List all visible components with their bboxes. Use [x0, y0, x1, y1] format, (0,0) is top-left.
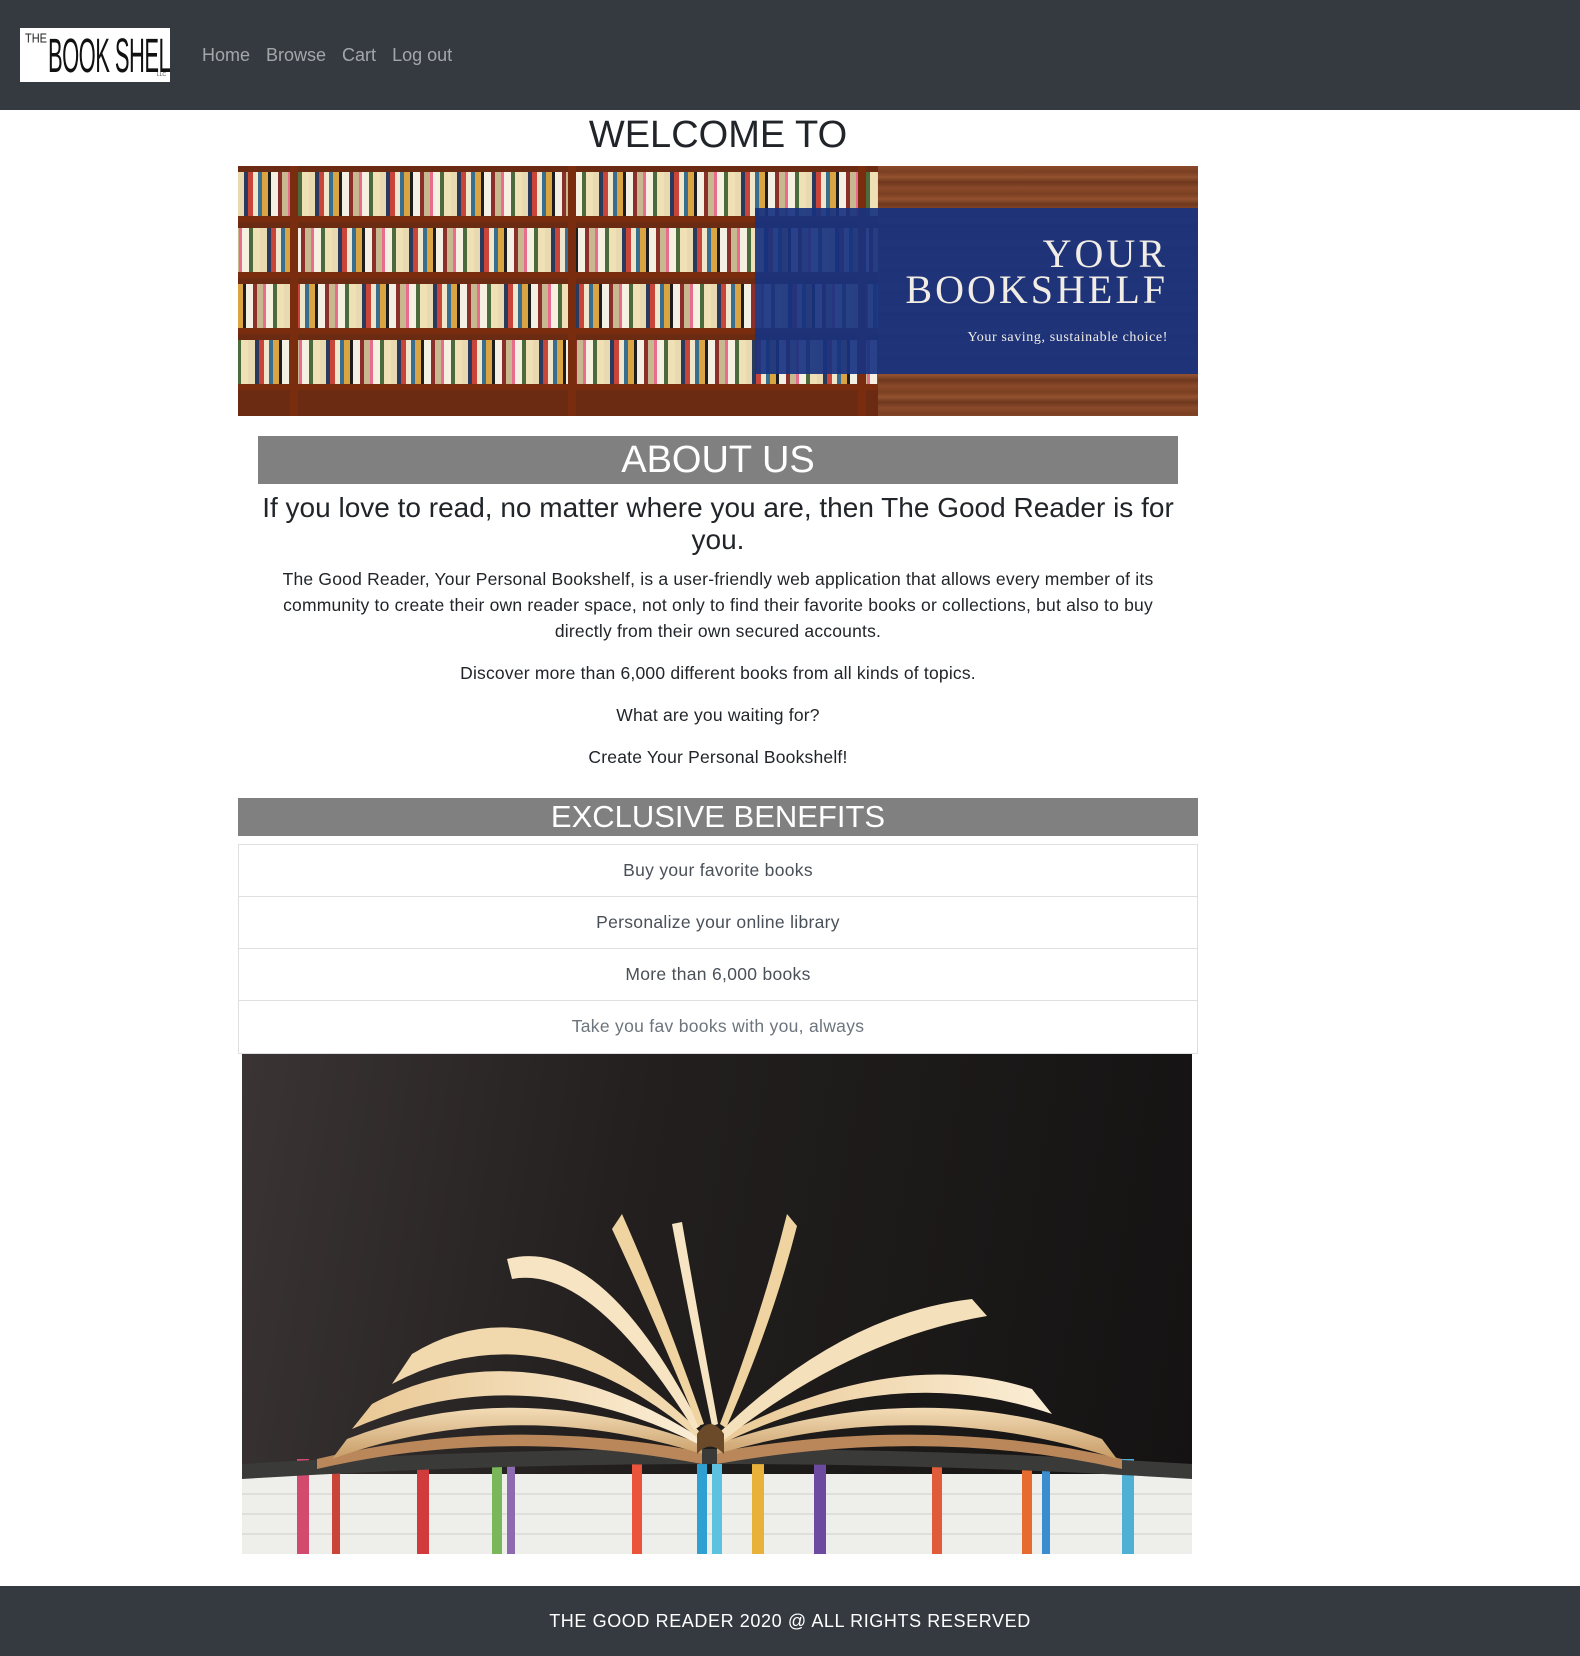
- about-paragraph: What are you waiting for?: [616, 705, 820, 725]
- benefit-item: Take you fav books with you, always: [571, 1016, 865, 1036]
- about-paragraph: The Good Reader, Your Personal Bookshelf…: [282, 569, 1154, 641]
- logo-suffix: LLC: [156, 72, 166, 78]
- benefit-item: Buy your favorite books: [239, 845, 1197, 897]
- footer-text: THE GOOD READER 2020 @ ALL RIGHTS RESERV…: [549, 1611, 1031, 1631]
- hero-tagline: Your saving, sustainable choice!: [967, 330, 1168, 345]
- about-subheading: If you love to read, no matter where you…: [262, 492, 1174, 555]
- welcome-title: WELCOME TO: [588, 114, 848, 156]
- footer: THE GOOD READER 2020 @ ALL RIGHTS RESERV…: [0, 1586, 1580, 1656]
- logo-main: BOOK SHELF: [48, 30, 170, 82]
- hero-text-panel: YOUR BOOKSHELF Your saving, sustainable …: [755, 208, 1198, 374]
- benefit-item: More than 6,000 books: [239, 949, 1197, 1001]
- about-heading: ABOUT US: [258, 436, 1178, 484]
- navbar: THE BOOK SHELF LLC Home Browse Cart Log …: [0, 0, 1580, 110]
- open-book-image: [242, 1054, 1192, 1554]
- open-book-illustration: [242, 1214, 1192, 1554]
- nav-link-home[interactable]: Home: [194, 45, 258, 66]
- benefit-item: Personalize your online library: [239, 897, 1197, 949]
- about-section: ABOUT US If you love to read, no matter …: [238, 416, 1198, 770]
- shelf-post: [568, 166, 576, 416]
- about-paragraph: Discover more than 6,000 different books…: [460, 663, 976, 683]
- nav-links: Home Browse Cart Log out: [194, 45, 460, 66]
- shelf-post: [290, 166, 298, 416]
- hero-title: YOUR BOOKSHELF: [905, 231, 1168, 312]
- main-content: WELCOME TO YOUR BOOKSHELF Your saving, s…: [238, 110, 1198, 1554]
- logo-the: THE: [25, 32, 47, 46]
- hero-banner-image: YOUR BOOKSHELF Your saving, sustainable …: [238, 166, 1198, 416]
- benefits-list: Buy your favorite books Personalize your…: [238, 844, 1198, 1054]
- benefits-heading: EXCLUSIVE BENEFITS: [238, 798, 1198, 836]
- nav-link-logout[interactable]: Log out: [384, 45, 460, 66]
- nav-link-cart[interactable]: Cart: [334, 45, 384, 66]
- brand-logo[interactable]: THE BOOK SHELF LLC: [20, 28, 170, 82]
- nav-link-browse[interactable]: Browse: [258, 45, 334, 66]
- about-paragraph: Create Your Personal Bookshelf!: [588, 747, 848, 767]
